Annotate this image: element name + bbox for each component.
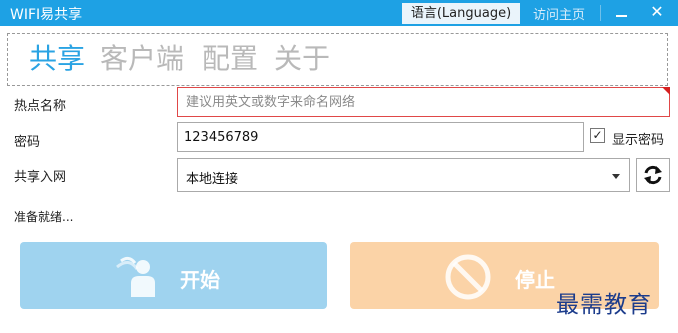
dropdown-arrow-icon — [612, 174, 620, 179]
close-icon[interactable]: ✕ — [648, 1, 666, 23]
start-button-label: 开始 — [180, 268, 220, 292]
network-selected-value: 本地连接 — [186, 172, 239, 187]
wifi-person-icon — [116, 256, 155, 297]
minimize-icon[interactable] — [613, 3, 631, 23]
show-password-label[interactable]: 显示密码 — [612, 129, 664, 148]
password-label: 密码 — [14, 135, 41, 150]
network-select[interactable]: 本地连接 — [177, 158, 630, 192]
show-password-checkbox[interactable]: ✓ — [590, 128, 605, 143]
start-button[interactable]: 开始 — [20, 242, 327, 309]
prohibited-icon — [445, 254, 491, 300]
watermark-text: 最需教育 — [556, 292, 652, 318]
status-text: 准备就绪... — [14, 210, 74, 224]
ssid-label: 热点名称 — [14, 99, 67, 114]
error-corner-mark — [662, 87, 670, 95]
tab-strip: 共享 客户端 配置 关于 — [7, 33, 668, 86]
home-link[interactable]: 访问主页 — [533, 4, 585, 23]
title-separator — [600, 5, 601, 21]
tab-share[interactable]: 共享 — [29, 42, 85, 76]
password-input[interactable] — [178, 123, 583, 151]
refresh-button[interactable] — [636, 158, 670, 192]
network-label: 共享入网 — [14, 170, 67, 185]
app-title: WIFI易共享 — [10, 7, 83, 23]
tab-config[interactable]: 配置 — [202, 42, 258, 76]
ssid-field[interactable] — [177, 87, 670, 117]
stop-button-label: 停止 — [515, 268, 555, 292]
tab-about[interactable]: 关于 — [274, 42, 330, 76]
title-bar: WIFI易共享 语言(Language) 访问主页 ✕ — [0, 0, 678, 26]
refresh-icon — [644, 165, 662, 185]
tab-client[interactable]: 客户端 — [100, 42, 184, 76]
password-field[interactable] — [177, 122, 584, 152]
ssid-input[interactable] — [178, 88, 669, 116]
language-button[interactable]: 语言(Language) — [402, 3, 520, 24]
